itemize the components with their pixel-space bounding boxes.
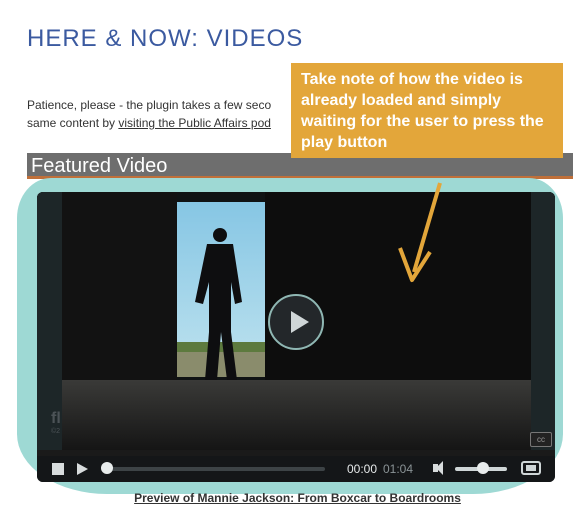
stop-icon[interactable]: [52, 463, 64, 475]
video-player[interactable]: fl ©2 cc 00:00 01:04: [37, 192, 555, 482]
volume-thumb[interactable]: [477, 462, 489, 474]
closed-captions-button[interactable]: cc: [530, 432, 552, 447]
annotation-callout: Take note of how the video is already lo…: [291, 63, 563, 158]
fullscreen-icon[interactable]: [521, 461, 541, 475]
time-current: 00:00: [347, 462, 378, 476]
intro-line-1-text: Patience, please - the plugin takes a fe…: [27, 98, 272, 112]
video-caption-link[interactable]: Preview of Mannie Jackson: From Boxcar t…: [0, 491, 573, 505]
progress-track[interactable]: [101, 467, 325, 471]
big-play-button[interactable]: [268, 294, 324, 350]
play-icon[interactable]: [77, 463, 88, 475]
progress-thumb[interactable]: [101, 462, 113, 474]
public-affairs-link[interactable]: visiting the Public Affairs pod: [118, 116, 271, 130]
page-title: HERE & NOW: VIDEOS: [27, 25, 304, 52]
volume-icon[interactable]: [433, 461, 443, 475]
time-total: 01:04: [383, 462, 414, 476]
player-controls: 00:00 01:04: [37, 456, 555, 482]
watermark-text: fl: [51, 410, 61, 427]
copyright-text: ©2: [51, 428, 61, 435]
video-frame[interactable]: fl ©2 cc: [37, 192, 555, 450]
intro-line-2-prefix: same content by: [27, 116, 119, 130]
flash-watermark: fl ©2: [51, 410, 61, 435]
